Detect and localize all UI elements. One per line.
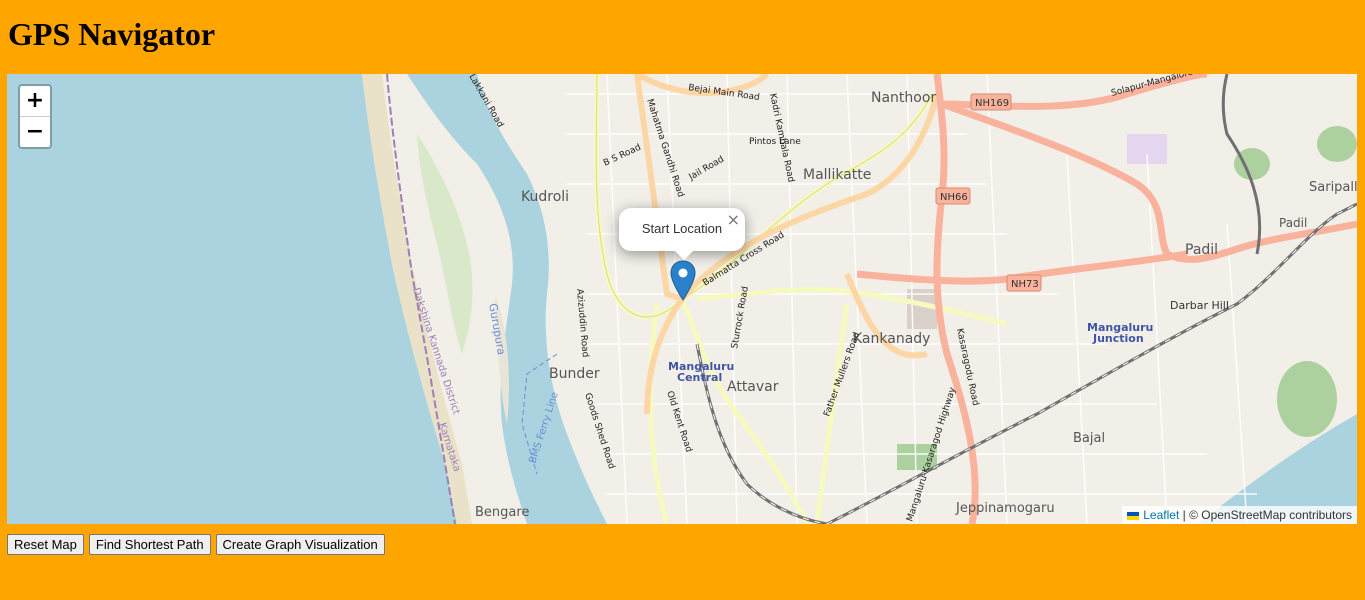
- label-saripalla: Saripalla: [1309, 180, 1357, 195]
- label-darbar-hill: Darbar Hill: [1170, 299, 1229, 312]
- label-pintos: Pintos Lane: [749, 137, 801, 147]
- label-kudroli: Kudroli: [521, 189, 569, 205]
- label-attavar: Attavar: [727, 379, 779, 395]
- shield-nh66: NH66: [935, 187, 971, 205]
- label-jeppinamogaru: Jeppinamogaru: [955, 501, 1055, 516]
- shield-nh169: NH169: [970, 93, 1012, 111]
- zoom-out-button[interactable]: −: [20, 117, 50, 147]
- zoom-control: + −: [18, 84, 52, 149]
- start-location-popup: × Start Location: [619, 208, 745, 260]
- label-bengare: Bengare: [475, 505, 529, 520]
- label-mallikatte: Mallikatte: [803, 167, 871, 183]
- control-buttons: Reset Map Find Shortest Path Create Grap…: [7, 534, 386, 555]
- svg-text:NH66: NH66: [940, 192, 968, 203]
- map-container[interactable]: Nanthoor Mallikatte Kudroli Padil Padil …: [7, 74, 1357, 524]
- find-shortest-path-button[interactable]: Find Shortest Path: [88, 534, 211, 555]
- page-title: GPS Navigator: [8, 16, 216, 52]
- svg-text:NH169: NH169: [975, 98, 1009, 109]
- label-padil: Padil: [1185, 242, 1218, 258]
- create-graph-visualization-button[interactable]: Create Graph Visualization: [215, 534, 385, 555]
- label-bajal: Bajal: [1073, 431, 1105, 446]
- map-attribution: Leaflet | © OpenStreetMap contributors: [1122, 506, 1357, 524]
- zoom-in-button[interactable]: +: [20, 86, 50, 117]
- shield-nh73: NH73: [1006, 274, 1042, 292]
- park-east: [1277, 361, 1337, 437]
- map-pin-icon[interactable]: [670, 260, 696, 301]
- label-kankanady: Kankanady: [853, 331, 930, 347]
- leaflet-link[interactable]: Leaflet: [1143, 508, 1179, 522]
- svg-text:NH73: NH73: [1011, 279, 1039, 290]
- label-bunder: Bunder: [549, 366, 600, 382]
- label-padil-station: Padil: [1279, 216, 1307, 230]
- attribution-text: | © OpenStreetMap contributors: [1179, 508, 1352, 522]
- label-mangaluru-central-2: Central: [677, 371, 722, 384]
- label-mangaluru-junction-2: Junction: [1092, 332, 1144, 345]
- park-ne2: [1317, 126, 1357, 162]
- reset-map-button[interactable]: Reset Map: [7, 534, 84, 555]
- label-nanthoor: Nanthoor: [871, 90, 936, 106]
- ukraine-flag-icon: [1127, 511, 1140, 520]
- popup-tip: [674, 250, 694, 260]
- popup-text: Start Location: [641, 221, 723, 236]
